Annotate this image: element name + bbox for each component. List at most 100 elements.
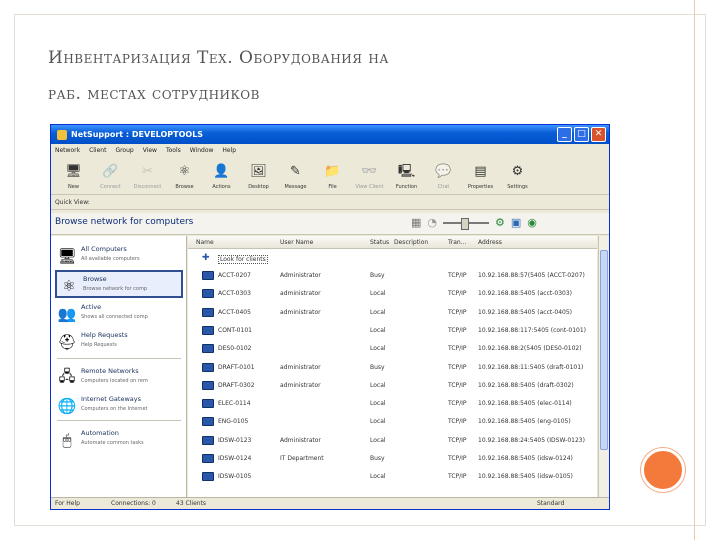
nav-item-internet-gateways[interactable]: 🌐 Internet Gateways Computers on the Inter… bbox=[55, 392, 183, 420]
nav-item-active[interactable]: 👥 Active Shows all connected comp bbox=[55, 300, 183, 328]
status-bar: For Help Connections: 0 43 Clients Stand… bbox=[51, 497, 609, 509]
nav-item-description: Computers on the Internet bbox=[81, 406, 148, 412]
vertical-scrollbar[interactable] bbox=[598, 236, 609, 497]
status-mode: Standard bbox=[537, 500, 565, 507]
table-row[interactable]: ELEC-0114 Local TCP/IP 10.92.168.88:5405 (e… bbox=[188, 395, 597, 412]
toolbar-button-view-client[interactable]: 👓 View Client bbox=[351, 157, 388, 195]
grid-view-icon[interactable]: ▦ bbox=[411, 216, 421, 229]
computer-icon bbox=[202, 307, 214, 317]
column-header-3[interactable]: Description bbox=[394, 239, 428, 246]
table-row[interactable]: ACCT-0303 administrator Local TCP/IP 10.92.1… bbox=[188, 285, 597, 302]
zoom-slider[interactable] bbox=[443, 217, 490, 230]
table-cell: Local bbox=[370, 381, 386, 389]
table-row[interactable]: DRAFT-0101 administrator Busy TCP/IP 10.92.1… bbox=[188, 359, 597, 376]
menu-item-network[interactable]: Network bbox=[55, 147, 80, 154]
table-row[interactable]: IDSW-0123 Administrator Local TCP/IP 10.92.1… bbox=[188, 432, 597, 449]
scrollbar-thumb[interactable] bbox=[600, 250, 608, 450]
column-header-4[interactable]: Tran... bbox=[448, 239, 466, 246]
refresh-icon[interactable]: ◔ bbox=[427, 216, 437, 229]
menu-item-tools[interactable]: Tools bbox=[166, 147, 181, 154]
quick-view-bar[interactable]: Quick View: bbox=[51, 196, 609, 210]
table-cell: DRAFT-0101 bbox=[218, 363, 255, 371]
table-row[interactable]: ENG-0105 Local TCP/IP 10.92.168.88:5405 (en… bbox=[188, 413, 597, 430]
table-cell: DES0-0102 bbox=[218, 345, 252, 353]
close-button[interactable]: ✕ bbox=[591, 127, 606, 142]
table-cell: Local bbox=[370, 473, 386, 481]
chat-icon: 💬 bbox=[435, 163, 452, 179]
toolbar-button-label: File bbox=[328, 183, 337, 190]
table-cell: TCP/IP bbox=[448, 272, 467, 279]
slide-title-line-1: Инвентаризация Тех. Оборудования на bbox=[48, 48, 389, 68]
table-cell: TCP/IP bbox=[448, 418, 467, 426]
globe-tool-icon[interactable]: ◉ bbox=[527, 216, 537, 229]
maximize-button[interactable]: □ bbox=[574, 127, 589, 142]
window-titlebar[interactable]: NetSupport : DEVELOPTOOLS _ □ ✕ bbox=[51, 125, 609, 144]
lifebuoy-icon: ⛑ bbox=[57, 333, 77, 351]
look-for-clients-row[interactable]: ✚ Look for clients bbox=[188, 250, 597, 267]
nav-item-help-requests[interactable]: ⛑ Help Requests Help Requests bbox=[55, 328, 183, 356]
window-controls: _ □ ✕ bbox=[557, 127, 606, 142]
menu-item-window[interactable]: Window bbox=[190, 147, 214, 154]
toolbar-button-label: Message bbox=[284, 183, 307, 190]
table-cell: 10.92.168.88:24:5405 (IDSW-0123) bbox=[478, 436, 585, 444]
toolbar-button-new[interactable]: 🖥 New bbox=[55, 157, 92, 195]
nav-item-automation[interactable]: 🖱 Automation Automate common tasks bbox=[55, 426, 183, 454]
nav-item-label: Remote Networks bbox=[81, 367, 139, 375]
column-header-2[interactable]: Status bbox=[370, 239, 389, 246]
scan-icon[interactable]: ▣ bbox=[511, 216, 521, 229]
toolbar-button-properties[interactable]: ▤ Properties bbox=[462, 157, 499, 195]
table-cell: 10.92.168.88:2(5405 (DES0-0102) bbox=[478, 345, 582, 353]
table-row[interactable]: ACCT-0207 Administrator Busy TCP/IP 10.92.16… bbox=[188, 267, 597, 284]
table-cell: 10.92.168.88:5405 (elec-0114) bbox=[478, 400, 572, 408]
toolbar-button-function[interactable]: 🖳 Function bbox=[388, 157, 425, 195]
browse-atom-icon: ⚛ bbox=[62, 277, 76, 295]
toolbar-button-label: Settings bbox=[507, 183, 528, 190]
nav-separator bbox=[57, 358, 181, 359]
toolbar-button-settings[interactable]: ⚙ Settings bbox=[499, 157, 536, 195]
table-cell: administrator bbox=[280, 308, 321, 316]
nav-item-all-computers[interactable]: 🖥 All Computers All available computers bbox=[55, 242, 183, 270]
table-row[interactable]: CONT-0101 Local TCP/IP 10.92.168.88:117:540… bbox=[188, 322, 597, 339]
column-header-5[interactable]: Address bbox=[478, 239, 502, 246]
nav-item-description: Browse network for comp bbox=[83, 286, 148, 292]
table-row[interactable]: DRAFT-0302 administrator Local TCP/IP 10.92.… bbox=[188, 377, 597, 394]
table-row[interactable]: IDSW-0105 Local TCP/IP 10.92.168.88:5405 (i… bbox=[188, 468, 597, 485]
table-row[interactable]: DES0-0102 Local TCP/IP 10.92.168.88:2(5405 … bbox=[188, 340, 597, 357]
toolbar-button-desktop[interactable]: 🖼 Desktop bbox=[240, 157, 277, 195]
status-help: For Help bbox=[55, 500, 80, 507]
table-row[interactable]: ACCT-0405 administrator Local TCP/IP 10.92.1… bbox=[188, 304, 597, 321]
toolbar-button-label: Properties bbox=[467, 183, 494, 190]
table-cell: Busy bbox=[370, 272, 385, 279]
toolbar-button-label: Desktop bbox=[248, 183, 269, 190]
toolbar-button-connect[interactable]: 🔗 Connect bbox=[92, 157, 129, 195]
nav-item-browse[interactable]: ⚛ Browse Browse network for comp bbox=[55, 270, 183, 298]
navigation-panel: 🖥 All Computers All available computers ⚛ Br… bbox=[51, 236, 187, 497]
toolbar-button-label: View Client bbox=[355, 183, 384, 190]
table-cell: Busy bbox=[370, 455, 385, 462]
table-cell: TCP/IP bbox=[448, 326, 467, 334]
table-cell: Local bbox=[370, 345, 386, 353]
column-header-1[interactable]: User Name bbox=[280, 239, 313, 246]
menu-item-client[interactable]: Client bbox=[89, 147, 106, 154]
toolbar-button-browse[interactable]: ⚛ Browse bbox=[166, 157, 203, 195]
table-cell: ELEC-0114 bbox=[218, 400, 251, 408]
toolbar-button-disconnect[interactable]: ✂ Disconnect bbox=[129, 157, 166, 195]
menu-item-help[interactable]: Help bbox=[222, 147, 236, 154]
table-cell: Local bbox=[370, 290, 386, 298]
minimize-button[interactable]: _ bbox=[557, 127, 572, 142]
nav-item-description: Automate common tasks bbox=[81, 440, 144, 446]
computer-icon bbox=[202, 362, 214, 372]
toolbar-button-actions[interactable]: 👤 Actions bbox=[203, 157, 240, 195]
computer-icon bbox=[202, 289, 214, 299]
toolbar-button-file[interactable]: 📁 File bbox=[314, 157, 351, 195]
toolbar-button-message[interactable]: ✎ Message bbox=[277, 157, 314, 195]
computer-icon bbox=[202, 344, 214, 354]
column-header-0[interactable]: Name bbox=[196, 239, 214, 246]
menu-item-group[interactable]: Group bbox=[115, 147, 133, 154]
nav-item-remote-networks[interactable]: 🖧 Remote Networks Computers located on rem bbox=[55, 364, 183, 392]
toolbar-button-label: Connect bbox=[100, 183, 121, 190]
toolbar-button-chat[interactable]: 💬 Chat bbox=[425, 157, 462, 195]
table-row[interactable]: IDSW-0124 IT Department Busy TCP/IP 10.92.16… bbox=[188, 450, 597, 467]
network-tree-icon[interactable]: ⚙ bbox=[495, 216, 505, 229]
menu-item-view[interactable]: View bbox=[143, 147, 157, 154]
